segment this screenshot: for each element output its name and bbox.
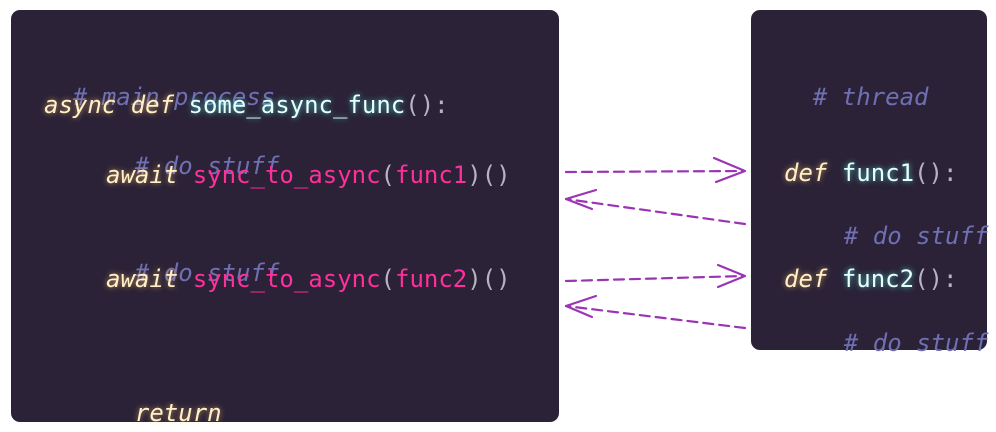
return-arrow-func2 — [564, 294, 747, 330]
call-arrow-func2 — [564, 263, 747, 289]
call-return-arrows — [564, 156, 747, 330]
return-arrow-func1 — [564, 188, 747, 226]
call-arrow-func1 — [564, 156, 747, 184]
